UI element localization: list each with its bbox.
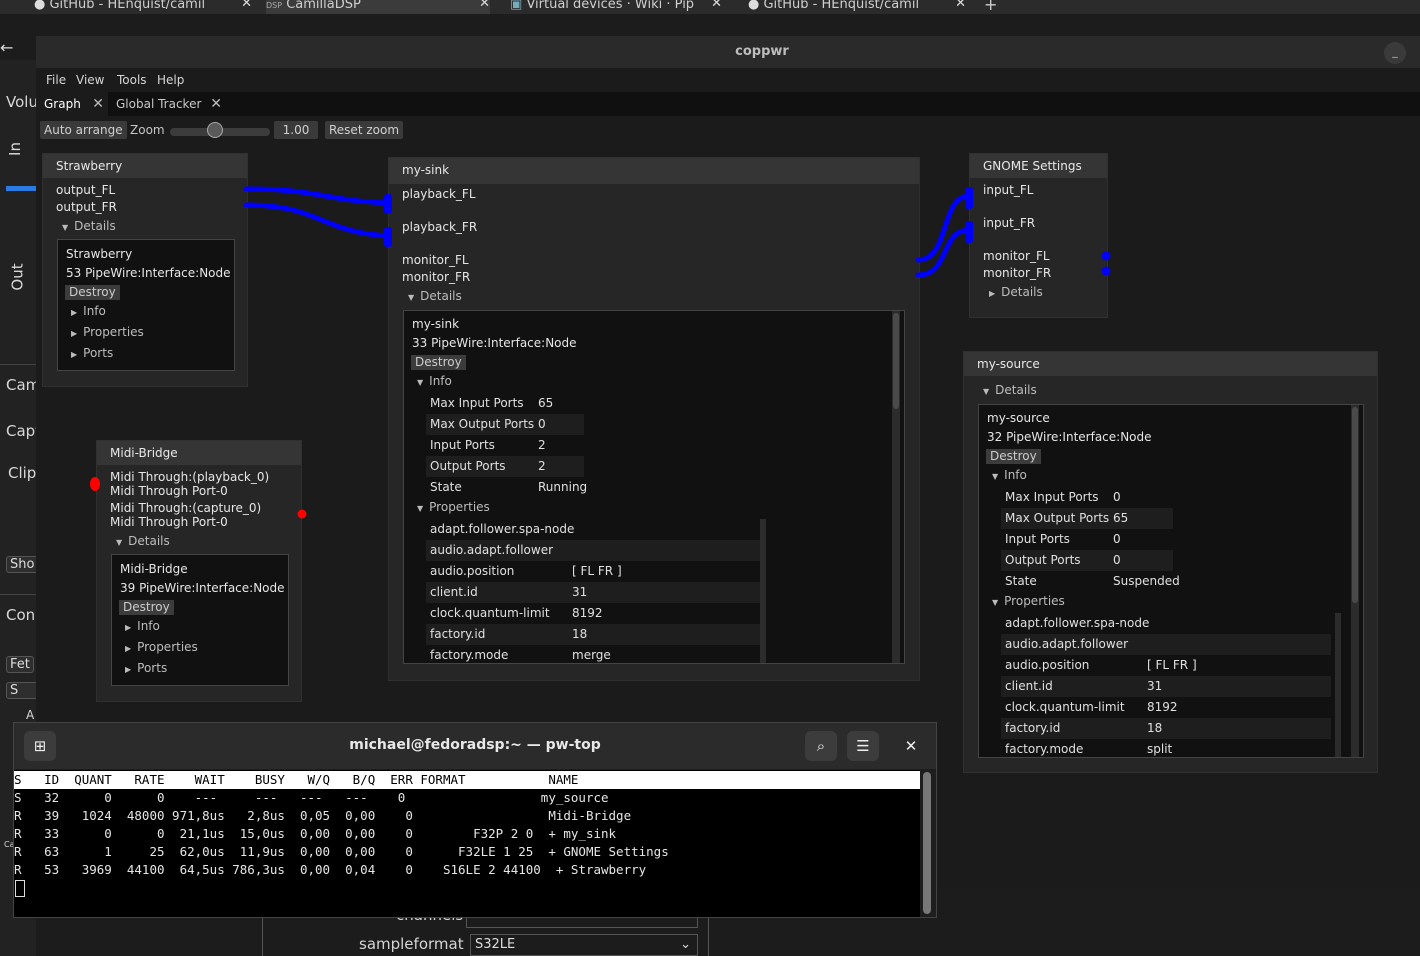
port-handle[interactable] xyxy=(965,221,973,243)
pw-top-header: S ID QUANT RATE WAIT BUSY W/Q B/Q ERR FO… xyxy=(14,771,920,789)
terminal-title: michael@fedoradsp:~ — pw-top xyxy=(349,737,601,753)
pw-top-row: R 39 1024 48000 971,8us 2,8us 0,05 0,00 … xyxy=(14,808,632,823)
port-handle[interactable] xyxy=(384,194,392,214)
terminal-cursor xyxy=(15,880,25,897)
search-icon[interactable]: ⌕ xyxy=(805,731,837,761)
port-handle[interactable] xyxy=(1101,266,1111,276)
close-icon[interactable]: ✕ xyxy=(895,731,927,761)
port-handle[interactable] xyxy=(384,227,392,247)
port-handle[interactable] xyxy=(1101,251,1111,261)
terminal-header[interactable]: ⊞ michael@fedoradsp:~ — pw-top ⌕ ☰ ✕ xyxy=(14,723,936,769)
terminal-output[interactable]: S ID QUANT RATE WAIT BUSY W/Q B/Q ERR FO… xyxy=(14,770,920,917)
pw-top-row: R 53 3969 44100 64,5us 786,3us 0,00 0,04… xyxy=(14,862,647,877)
pw-top-row: R 63 1 25 62,0us 11,9us 0,00 0,00 0 F32L… xyxy=(14,844,669,859)
terminal-window: ⊞ michael@fedoradsp:~ — pw-top ⌕ ☰ ✕ S I… xyxy=(13,722,937,918)
link-strawberry-fr-to-sink-fr[interactable] xyxy=(243,202,391,239)
port-handle[interactable] xyxy=(965,187,973,209)
midi-port-handle[interactable] xyxy=(90,477,100,491)
pw-top-row: S 32 0 0 --- --- --- --- 0 my_source xyxy=(14,790,609,805)
pw-top-row: R 33 0 0 21,1us 15,0us 0,00 0,00 0 F32P … xyxy=(14,826,617,841)
terminal-scrollbar[interactable] xyxy=(923,772,931,914)
link-strawberry-fl-to-sink-fl[interactable] xyxy=(243,186,391,206)
midi-port-handle[interactable] xyxy=(297,509,307,519)
menu-icon[interactable]: ☰ xyxy=(847,731,879,761)
